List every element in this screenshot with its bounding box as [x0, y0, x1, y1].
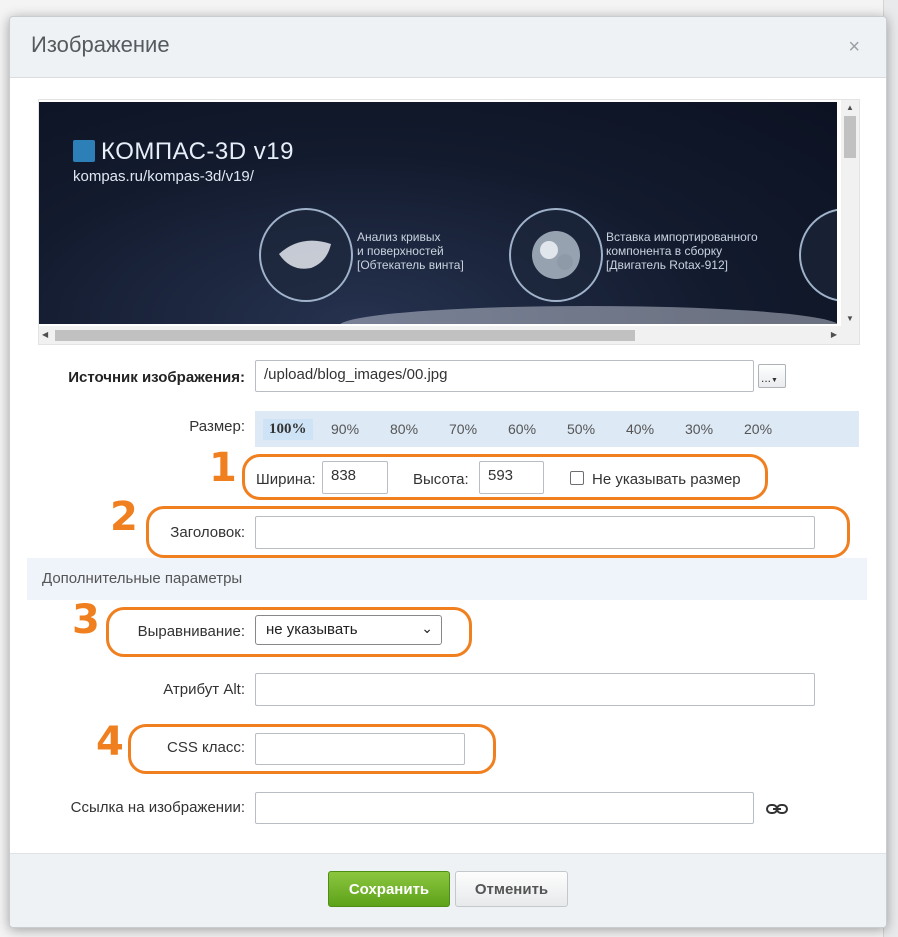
size-option-70[interactable]: 70% — [449, 421, 477, 437]
feature-circle-3 — [799, 208, 837, 302]
feature-text-2: Вставка импортированного компонента в сб… — [606, 230, 758, 272]
size-option-20[interactable]: 20% — [744, 421, 772, 437]
kompas-logo-icon — [73, 140, 95, 162]
size-selector: 100% 90% 80% 70% 60% 50% 40% 30% 20% — [255, 411, 859, 447]
preview-airplane-wing — [339, 306, 837, 324]
extra-params-label: Дополнительные параметры — [42, 570, 243, 587]
highlight-css-class — [128, 724, 496, 774]
propeller-cone-icon — [279, 240, 331, 269]
horizontal-scroll-thumb[interactable] — [55, 330, 635, 341]
scroll-up-icon[interactable]: ▲ — [846, 103, 854, 112]
browse-button-label: ... — [761, 371, 772, 385]
feature2-line1: Вставка импортированного — [606, 230, 758, 244]
browse-button[interactable]: ...▼ — [758, 364, 786, 388]
feature1-line3: [Обтекатель винта] — [357, 258, 464, 272]
annotation-number-1: 1 — [209, 445, 237, 491]
size-option-30[interactable]: 30% — [685, 421, 713, 437]
chevron-down-icon: ▼ — [771, 377, 778, 384]
feature2-line2: компонента в сборку — [606, 244, 723, 258]
source-label: Источник изображения: — [68, 369, 245, 386]
scroll-right-icon[interactable]: ▶ — [831, 330, 837, 339]
size-option-50[interactable]: 50% — [567, 421, 595, 437]
cancel-button[interactable]: Отменить — [455, 871, 568, 907]
vertical-scroll-thumb[interactable] — [844, 116, 856, 158]
size-option-60[interactable]: 60% — [508, 421, 536, 437]
annotation-number-3: 3 — [72, 597, 100, 643]
preview-horizontal-scrollbar[interactable]: ◀ ▶ — [39, 326, 859, 344]
alt-input[interactable] — [255, 673, 815, 706]
scroll-left-icon[interactable]: ◀ — [42, 330, 48, 339]
dialog-titlebar: Изображение × — [10, 17, 886, 78]
link-icon[interactable] — [766, 802, 788, 816]
source-input[interactable]: /upload/blog_images/00.jpg — [255, 360, 754, 392]
image-preview: КОМПАС-3D v19 kompas.ru/kompas-3d/v19/ А… — [38, 99, 860, 345]
highlight-size-fields — [242, 454, 768, 500]
engine-icon — [532, 231, 580, 279]
annotation-number-4: 4 — [96, 719, 124, 765]
feature1-line2: и поверхностей — [357, 244, 444, 258]
size-label: Размер: — [189, 418, 245, 435]
size-option-40[interactable]: 40% — [626, 421, 654, 437]
preview-logo-text: КОМПАС-3D v19 — [101, 138, 294, 165]
feature-circle-1 — [259, 208, 353, 302]
feature2-line3: [Двигатель Rotax-912] — [606, 258, 728, 272]
save-button[interactable]: Сохранить — [328, 871, 450, 907]
scroll-down-icon[interactable]: ▼ — [846, 314, 854, 323]
preview-image: КОМПАС-3D v19 kompas.ru/kompas-3d/v19/ А… — [39, 102, 837, 324]
size-option-80[interactable]: 80% — [390, 421, 418, 437]
highlight-align — [106, 607, 472, 657]
highlight-caption — [146, 506, 850, 558]
link-label: Ссылка на изображении: — [70, 799, 245, 816]
preview-vertical-scrollbar[interactable]: ▲ ▼ — [841, 100, 859, 326]
size-option-100[interactable]: 100% — [263, 419, 313, 440]
preview-logo-url: kompas.ru/kompas-3d/v19/ — [73, 168, 254, 185]
feature-text-1: Анализ кривых и поверхностей [Обтекатель… — [357, 230, 464, 272]
alt-label: Атрибут Alt: — [163, 681, 245, 698]
feature-circle-2 — [509, 208, 603, 302]
extra-params-section: Дополнительные параметры — [27, 558, 867, 600]
image-dialog: Изображение × КОМПАС-3D v19 kompas.ru/ko… — [9, 16, 887, 928]
close-icon[interactable]: × — [848, 37, 860, 57]
annotation-number-2: 2 — [110, 494, 138, 540]
dialog-footer: Сохранить Отменить — [10, 853, 886, 927]
feature1-line1: Анализ кривых — [357, 230, 441, 244]
dialog-title: Изображение — [31, 32, 170, 57]
link-input[interactable] — [255, 792, 754, 824]
size-option-90[interactable]: 90% — [331, 421, 359, 437]
